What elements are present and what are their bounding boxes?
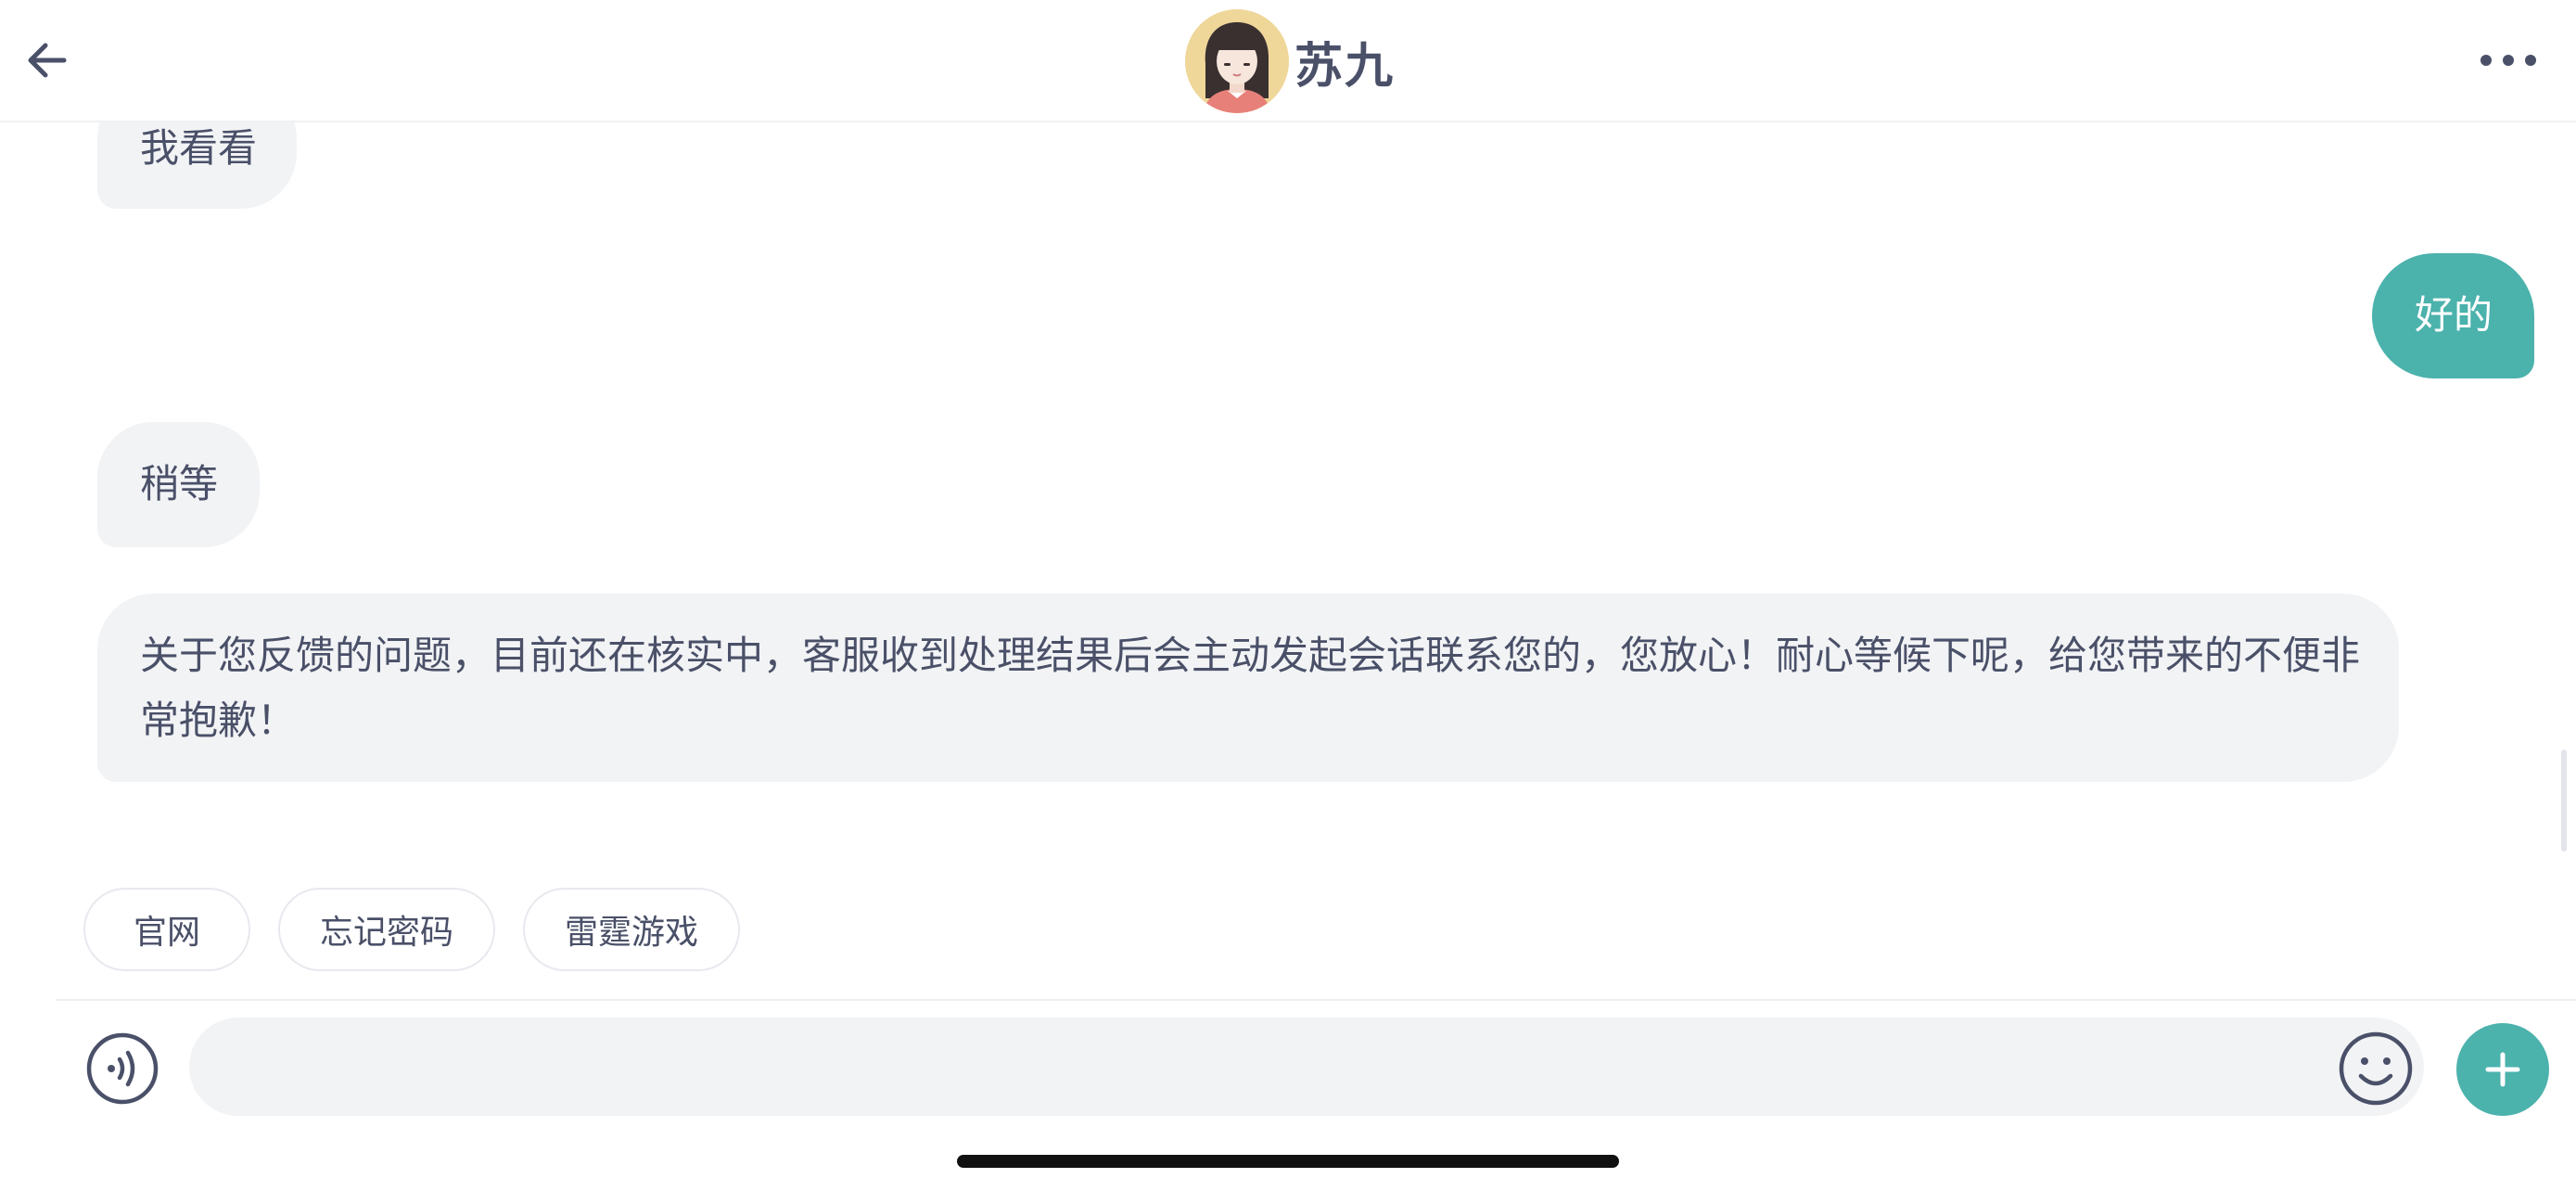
scrollbar[interactable] <box>2561 749 2567 852</box>
back-button[interactable] <box>19 28 74 93</box>
message-bubble-incoming: 关于您反馈的问题，目前还在核实中，客服收到处理结果后会主动发起会话联系您的，您放… <box>97 594 2399 782</box>
message-input[interactable] <box>189 1018 2424 1116</box>
quick-reply-chip[interactable]: 雷霆游戏 <box>523 888 740 971</box>
quick-reply-chip[interactable]: 官网 <box>83 888 250 971</box>
girl-avatar-icon <box>1185 9 1289 113</box>
avatar[interactable] <box>1185 9 1289 113</box>
page-title: 苏九 <box>1294 38 1396 95</box>
message-bubble-incoming: 稍等 <box>97 422 260 547</box>
chat-title-group: 苏九 <box>1185 9 1395 113</box>
add-button[interactable] <box>2456 1023 2549 1116</box>
message-bubble-outgoing: 好的 <box>2372 253 2534 378</box>
chat-screen: 苏九 我看看 好的 稍等 关于您反馈的问题，目前还在核实中，客服收到处理结果后会… <box>0 0 2576 1191</box>
more-button[interactable] <box>2467 37 2550 83</box>
emoji-button[interactable] <box>2337 1030 2415 1108</box>
more-horizontal-icon <box>2480 55 2536 66</box>
emoji-icon <box>2339 1031 2413 1106</box>
chat-header: 苏九 <box>0 0 2576 122</box>
quick-reply-label: 忘记密码 <box>319 914 453 952</box>
message-text: 好的 <box>2415 292 2493 338</box>
arrow-left-icon <box>28 43 67 78</box>
message-text: 我看看 <box>140 125 258 171</box>
quick-reply-label: 官网 <box>133 914 200 952</box>
quick-reply-chip[interactable]: 忘记密码 <box>278 888 495 971</box>
plus-icon <box>2485 1052 2520 1087</box>
home-indicator[interactable] <box>957 1155 1619 1168</box>
message-text: 关于您反馈的问题，目前还在核实中，客服收到处理结果后会主动发起会话联系您的，您放… <box>140 633 2361 743</box>
divider <box>56 999 2576 1001</box>
quick-reply-label: 雷霆游戏 <box>564 914 698 952</box>
voice-button[interactable] <box>85 1031 159 1106</box>
message-text: 稍等 <box>140 461 219 506</box>
voice-icon <box>86 1032 159 1105</box>
